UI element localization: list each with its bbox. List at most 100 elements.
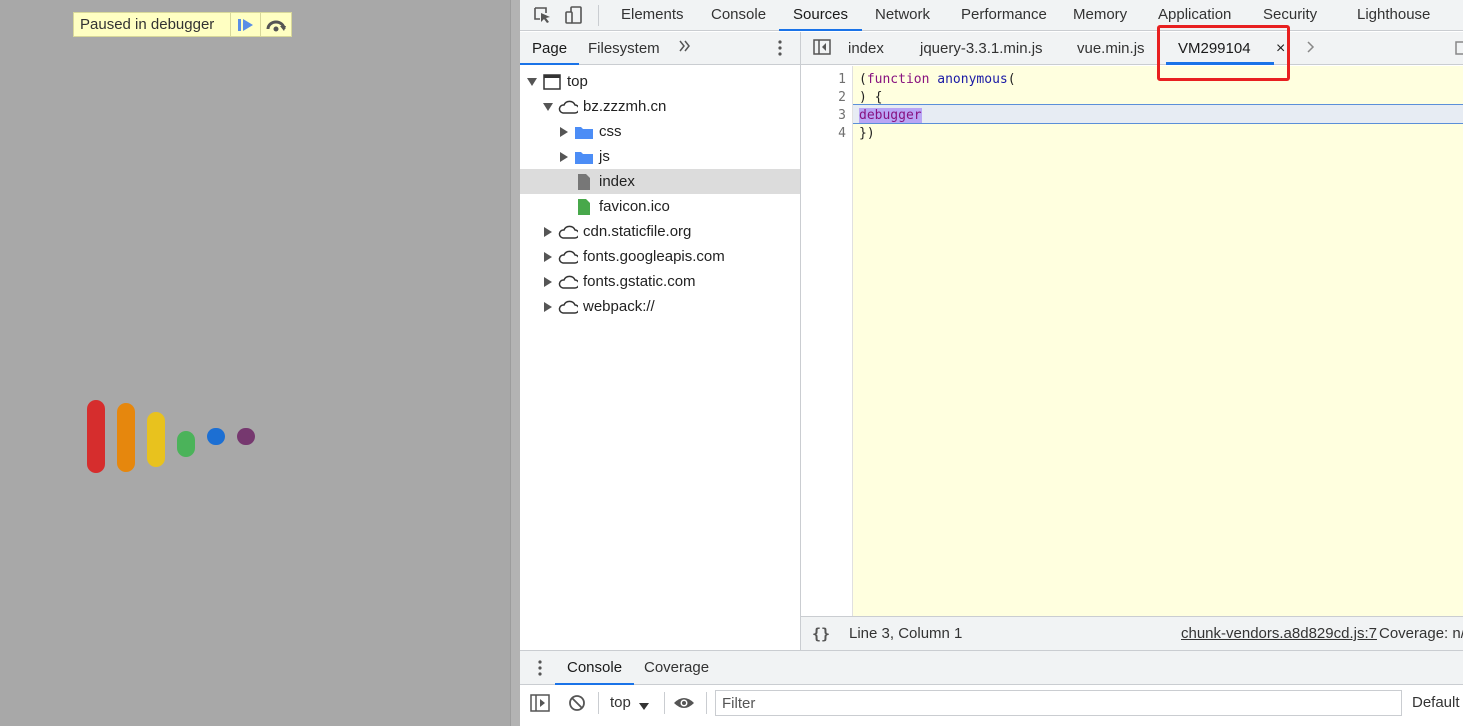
code-token: (: [1007, 72, 1016, 87]
debugger-statement: debugger: [859, 108, 922, 123]
tab-performance[interactable]: Performance: [961, 0, 1047, 31]
loader-bar-green: [177, 431, 195, 457]
tree-item-domain[interactable]: cdn.staticfile.org: [520, 219, 800, 244]
expanded-triangle-icon[interactable]: [526, 76, 538, 88]
show-console-sidebar-icon[interactable]: [530, 694, 550, 715]
expanded-triangle-icon[interactable]: [542, 101, 554, 113]
cloud-icon: [558, 222, 578, 242]
tab-elements[interactable]: Elements: [621, 0, 684, 31]
tab-console[interactable]: Console: [711, 0, 766, 31]
eye-icon[interactable]: [673, 695, 695, 714]
tab-memory[interactable]: Memory: [1073, 0, 1127, 31]
more-editor-tabs-chevron-icon[interactable]: [1306, 40, 1316, 56]
inspect-element-icon[interactable]: [531, 4, 553, 26]
tree-label: favicon.ico: [599, 198, 670, 215]
console-drawer: Console Coverage top Default: [520, 650, 1463, 726]
loader-dot-purple: [237, 428, 255, 445]
collapsed-triangle-icon[interactable]: [558, 126, 570, 138]
editor-tab-index[interactable]: index: [848, 32, 884, 65]
drawer-tabs: Console Coverage: [520, 651, 1463, 685]
paused-execution-line: [853, 104, 1463, 124]
main-toolbar: Elements Console Sources Network Perform…: [520, 0, 1463, 31]
tree-item-file-selected[interactable]: index: [520, 169, 800, 194]
code-keyword: function: [866, 72, 930, 87]
console-toolbar: top Default: [520, 686, 1463, 720]
coverage-status: Coverage: n/: [1379, 625, 1463, 642]
folder-icon: [574, 122, 594, 142]
tab-lighthouse[interactable]: Lighthouse: [1357, 0, 1430, 31]
collapsed-triangle-icon[interactable]: [542, 251, 554, 263]
tree-item-domain[interactable]: fonts.gstatic.com: [520, 269, 800, 294]
tab-sources[interactable]: Sources: [779, 0, 863, 31]
cloud-icon: [558, 297, 578, 317]
code-editor[interactable]: (function anonymous( ) { debugger }): [853, 66, 1463, 616]
tree-label: index: [599, 173, 635, 190]
drawer-menu-icon[interactable]: [538, 660, 542, 676]
drawer-tab-coverage[interactable]: Coverage: [644, 651, 709, 685]
more-tabs-chevron-icon[interactable]: [678, 39, 692, 57]
line-number[interactable]: 1: [838, 72, 846, 87]
highlight-annotation-box: [1157, 25, 1290, 81]
cloud-icon: [558, 97, 578, 117]
toggle-debugger-sidebar-icon[interactable]: [1455, 41, 1463, 57]
pretty-print-icon[interactable]: {}: [812, 625, 830, 643]
tree-item-domain[interactable]: bz.zzzmh.cn: [520, 94, 800, 119]
frame-icon: [542, 72, 562, 92]
kebab-menu-icon[interactable]: [778, 40, 782, 58]
source-link[interactable]: chunk-vendors.a8d829cd.js:7: [1181, 625, 1377, 642]
editor-panel: index jquery-3.3.1.min.js vue.min.js VM2…: [801, 32, 1463, 650]
tree-item-domain[interactable]: webpack://: [520, 294, 800, 319]
navigator-tabs: Page Filesystem: [520, 32, 800, 65]
step-over-icon[interactable]: [260, 13, 290, 36]
tree-item-file[interactable]: favicon.ico: [520, 194, 800, 219]
clear-console-icon[interactable]: [568, 694, 586, 715]
toggle-navigator-icon[interactable]: [813, 39, 831, 59]
drawer-tab-console[interactable]: Console: [555, 651, 635, 685]
code-token: (: [859, 72, 867, 87]
inspected-page: Paused in debugger: [0, 0, 510, 726]
toolbar-divider: [664, 692, 665, 714]
paused-label: Paused in debugger: [80, 16, 215, 33]
tree-item-folder[interactable]: js: [520, 144, 800, 169]
tree-label: fonts.gstatic.com: [583, 273, 696, 290]
collapsed-triangle-icon[interactable]: [542, 301, 554, 313]
line-number-gutter[interactable]: 1 2 3 4: [801, 66, 853, 616]
tree-item-folder[interactable]: css: [520, 119, 800, 144]
toolbar-divider: [598, 5, 599, 26]
code-line-1: (function anonymous(: [859, 71, 1016, 89]
editor-tab-vue[interactable]: vue.min.js: [1077, 32, 1145, 65]
tree-item-domain[interactable]: fonts.googleapis.com: [520, 244, 800, 269]
tree-label: top: [567, 73, 588, 90]
tree-item-top[interactable]: top: [520, 69, 800, 94]
cursor-position: Line 3, Column 1: [849, 625, 963, 642]
devtools-splitter[interactable]: [510, 0, 520, 726]
line-number[interactable]: 2: [838, 90, 846, 105]
document-icon: [574, 172, 594, 192]
code-function-name: anonymous: [937, 72, 1008, 87]
line-number[interactable]: 3: [838, 108, 846, 123]
log-levels-dropdown[interactable]: Default: [1412, 694, 1460, 711]
devtools-panel: Elements Console Sources Network Perform…: [520, 0, 1463, 726]
code-line-4: }): [859, 126, 875, 141]
editor-tab-jquery[interactable]: jquery-3.3.1.min.js: [920, 32, 1043, 65]
loader-dot-blue: [207, 428, 225, 445]
dropdown-arrow-icon[interactable]: [639, 698, 649, 714]
editor-tabs: index jquery-3.3.1.min.js vue.min.js VM2…: [801, 32, 1463, 65]
collapsed-triangle-icon[interactable]: [558, 151, 570, 163]
line-number[interactable]: 4: [838, 126, 846, 141]
collapsed-triangle-icon[interactable]: [542, 276, 554, 288]
console-filter-input[interactable]: [715, 690, 1402, 716]
tree-label: css: [599, 123, 622, 140]
tab-filesystem[interactable]: Filesystem: [588, 32, 660, 65]
image-file-icon: [574, 197, 594, 217]
tree-label: fonts.googleapis.com: [583, 248, 725, 265]
tab-page[interactable]: Page: [520, 32, 580, 65]
collapsed-triangle-icon[interactable]: [542, 226, 554, 238]
tree-label: bz.zzzmh.cn: [583, 98, 667, 115]
loader-bar-red: [87, 400, 105, 473]
tree-label: webpack://: [583, 298, 655, 315]
device-toolbar-icon[interactable]: [563, 4, 585, 26]
resume-icon[interactable]: [230, 13, 260, 36]
context-selector[interactable]: top: [610, 694, 631, 711]
tab-network[interactable]: Network: [875, 0, 930, 31]
